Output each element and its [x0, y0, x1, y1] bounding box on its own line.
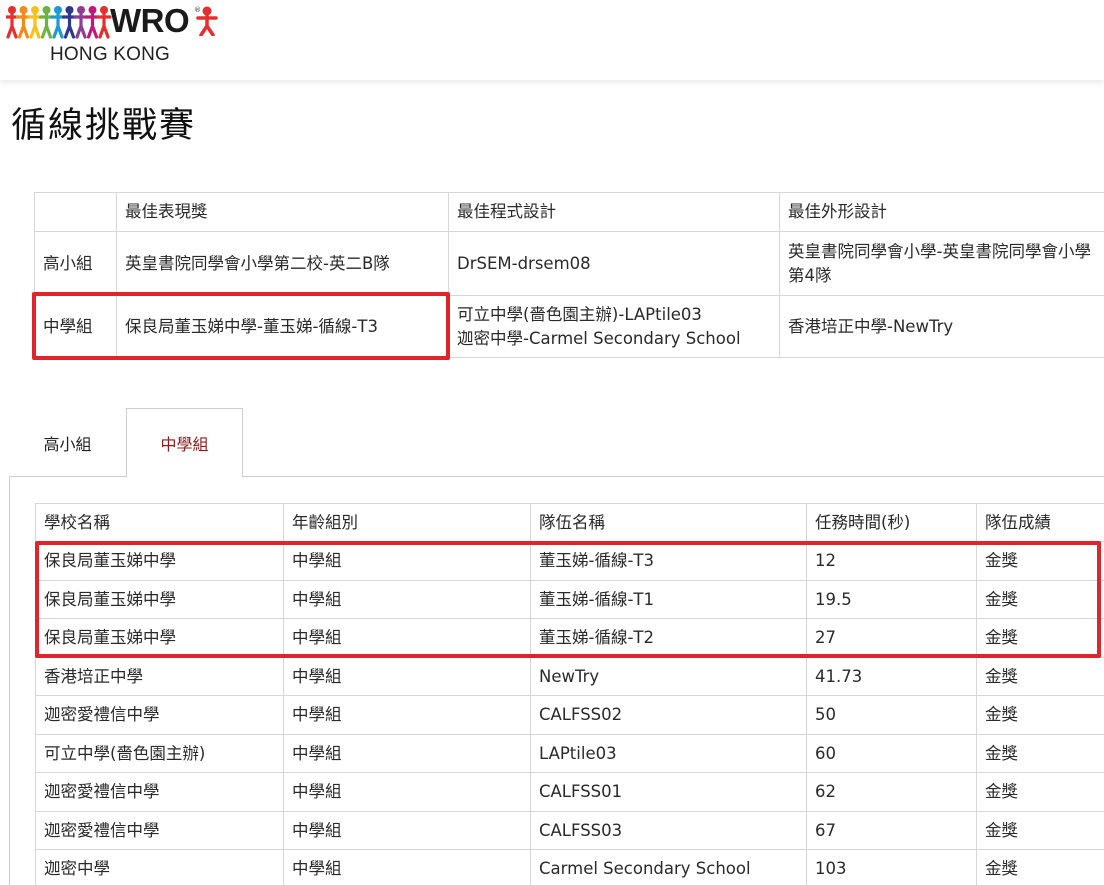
table-row: 迦密愛禮信中學 中學組 CALFSS01 62 金獎 — [35, 772, 1104, 812]
cell-age-group: 中學組 — [283, 656, 531, 696]
cell-team: 董玉娣-循線-T2 — [530, 618, 807, 658]
results-body: 保良局董玉娣中學 中學組 董玉娣-循線-T3 12 金獎 保良局董玉娣中學 中學組 董玉娣-循… — [35, 541, 1104, 885]
people-figures-icon — [6, 6, 112, 39]
cell-school: 迦密愛禮信中學 — [35, 772, 284, 812]
table-row: 迦密愛禮信中學 中學組 CALFSS03 67 金獎 — [35, 810, 1104, 850]
red-figure-icon — [196, 6, 218, 36]
cell-school: 香港培正中學 — [35, 656, 284, 696]
awards-group: 高小組 — [34, 231, 117, 296]
cell-team: 董玉娣-循線-T3 — [530, 541, 807, 581]
figure-body-icon — [96, 12, 112, 39]
cell-time: 60 — [806, 733, 977, 773]
cell-result: 金獎 — [976, 541, 1104, 581]
awards-design: 香港培正中學-NewTry — [779, 295, 1104, 358]
tab-primary[interactable]: 高小組 — [9, 408, 126, 477]
cell-team: 董玉娣-循線-T1 — [530, 579, 807, 619]
results-table: 學校名稱 年齡組別 隊伍名稱 任務時間(秒) 隊伍成績 保良局董玉娣中學 中學組董… — [35, 503, 1104, 885]
cell-result: 金獎 — [976, 810, 1104, 850]
table-row: 保良局董玉娣中學 中學組 董玉娣-循線-T2 27 金獎 — [35, 618, 1104, 658]
cell-school: 迦密愛禮信中學 — [35, 695, 284, 735]
awards-header-design: 最佳外形設計 — [779, 192, 1104, 232]
cell-team: CALFSS03 — [530, 810, 807, 850]
cell-time: 67 — [806, 810, 977, 850]
header-school: 學校名稱 — [35, 503, 284, 542]
awards-header-row: 最佳表現獎 最佳程式設計 最佳外形設計 — [34, 192, 1104, 232]
awards-header-blank — [34, 192, 117, 232]
header-age-group: 年齡組別 — [283, 503, 531, 542]
cell-school: 迦密中學 — [35, 849, 284, 885]
awards-performance: 英皇書院同學會小學第二校-英二B隊 — [116, 231, 449, 296]
logo-wordmark: WRO — [110, 2, 190, 39]
cell-age-group: 中學組 — [283, 541, 531, 581]
tab-secondary[interactable]: 中學組 — [126, 408, 243, 478]
cell-time: 50 — [806, 695, 977, 735]
table-row: 保良局董玉娣中學 中學組 董玉娣-循線-T1 19.5 金獎 — [35, 579, 1104, 619]
cell-age-group: 中學組 — [283, 579, 531, 619]
cell-age-group: 中學組 — [283, 733, 531, 773]
cell-age-group: 中學組 — [283, 695, 531, 735]
cell-time: 41.73 — [806, 656, 977, 696]
cell-result: 金獎 — [976, 656, 1104, 696]
cell-school: 可立中學(嗇色園主辦) — [35, 733, 284, 773]
cell-school: 保良局董玉娣中學 — [35, 579, 284, 619]
header-result: 隊伍成績 — [976, 503, 1104, 542]
awards-programming-entry: DrSEM-drsem08 — [457, 253, 591, 273]
logo-subtitle: HONG KONG — [50, 44, 171, 65]
cell-school: 保良局董玉娣中學 — [35, 541, 284, 581]
awards-design: 英皇書院同學會小學-英皇書院同學會小學第4隊 — [779, 231, 1104, 296]
table-row: 香港培正中學 中學組 NewTry 41.73 金獎 — [35, 656, 1104, 696]
cell-team: CALFSS02 — [530, 695, 807, 735]
cell-time: 27 — [806, 618, 977, 658]
header-team: 隊伍名稱 — [530, 503, 807, 542]
awards-row-primary: 高小組 英皇書院同學會小學第二校-英二B隊 DrSEM-drsem08 英皇書院… — [34, 231, 1104, 296]
awards-table: 最佳表現獎 最佳程式設計 最佳外形設計 高小組 英皇書院同學會小學第二校-英二B… — [34, 192, 1104, 358]
awards-performance: 保良局董玉娣中學-董玉娣-循線-T3 — [116, 295, 449, 358]
cell-time: 103 — [806, 849, 977, 885]
awards-row-secondary: 中學組 保良局董玉娣中學-董玉娣-循線-T3 可立中學(嗇色園主辦)-LAPti… — [34, 295, 1104, 358]
cell-age-group: 中學組 — [283, 810, 531, 850]
awards-programming-entry: 迦密中學-Carmel Secondary School — [457, 328, 741, 348]
cell-time: 12 — [806, 541, 977, 581]
cell-result: 金獎 — [976, 849, 1104, 885]
wro-logo[interactable]: WRO ® HONG KONG — [6, 2, 221, 68]
awards-header-performance: 最佳表現獎 — [116, 192, 449, 232]
header-time: 任務時間(秒) — [806, 503, 977, 542]
awards-header-programming: 最佳程式設計 — [448, 192, 780, 232]
cell-result: 金獎 — [976, 618, 1104, 658]
cell-age-group: 中學組 — [283, 849, 531, 885]
table-row: 保良局董玉娣中學 中學組 董玉娣-循線-T3 12 金獎 — [35, 541, 1104, 581]
cell-team: CALFSS01 — [530, 772, 807, 812]
page-title: 循線挑戰賽 — [11, 106, 197, 146]
results-header-row: 學校名稱 年齡組別 隊伍名稱 任務時間(秒) 隊伍成績 — [35, 503, 1104, 542]
cell-team: Carmel Secondary School — [530, 849, 807, 885]
awards-programming: 可立中學(嗇色園主辦)-LAPtile03 迦密中學-Carmel Second… — [448, 295, 780, 358]
cell-time: 62 — [806, 772, 977, 812]
table-row: 迦密愛禮信中學 中學組 CALFSS02 50 金獎 — [35, 695, 1104, 735]
cell-team: NewTry — [530, 656, 807, 696]
table-row: 可立中學(嗇色園主辦) 中學組 LAPtile03 60 金獎 — [35, 733, 1104, 773]
site-header: WRO ® HONG KONG — [0, 0, 1104, 80]
table-row: 迦密中學 中學組 Carmel Secondary School 103 金獎 — [35, 849, 1104, 885]
awards-programming-entry: 可立中學(嗇色園主辦)-LAPtile03 — [457, 305, 702, 325]
cell-age-group: 中學組 — [283, 618, 531, 658]
cell-result: 金獎 — [976, 772, 1104, 812]
cell-school: 保良局董玉娣中學 — [35, 618, 284, 658]
cell-age-group: 中學組 — [283, 772, 531, 812]
cell-result: 金獎 — [976, 733, 1104, 773]
awards-programming: DrSEM-drsem08 — [448, 231, 780, 296]
tab-panel-border — [9, 477, 10, 885]
cell-team: LAPtile03 — [530, 733, 807, 773]
group-tabs: 高小組 中學組 — [9, 408, 1104, 478]
cell-result: 金獎 — [976, 695, 1104, 735]
cell-school: 迦密愛禮信中學 — [35, 810, 284, 850]
cell-result: 金獎 — [976, 579, 1104, 619]
awards-group: 中學組 — [34, 295, 117, 358]
cell-time: 19.5 — [806, 579, 977, 619]
